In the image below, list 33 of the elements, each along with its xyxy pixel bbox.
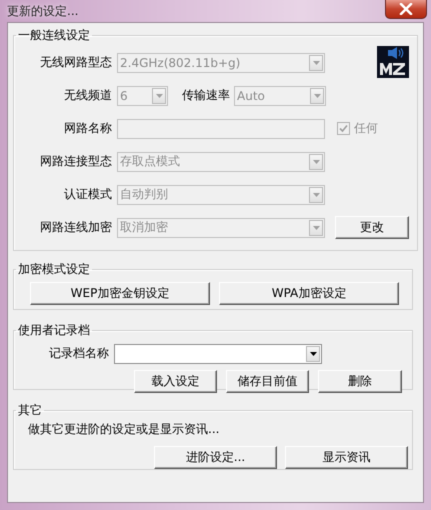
dialog-button[interactable]: 显示资讯 xyxy=(285,446,408,469)
close-button[interactable] xyxy=(385,0,427,19)
change-button[interactable]: 更改 xyxy=(335,216,409,239)
caret-icon xyxy=(310,352,316,356)
caret-icon xyxy=(156,94,162,98)
settings-button[interactable]: WEP加密金钥设定 xyxy=(30,282,210,305)
field-label: 认证模式 xyxy=(63,186,113,203)
close-icon xyxy=(399,3,413,15)
description-text: 做其它更进阶的设定或是显示资讯... xyxy=(28,421,220,438)
profile-button[interactable]: 储存目前值 xyxy=(226,370,309,393)
caret-icon xyxy=(314,94,320,98)
group-title: 使用者记录档 xyxy=(17,322,91,339)
field-label: 网路连线加密 xyxy=(39,219,113,236)
caret-icon xyxy=(312,192,320,196)
group-title: 一般连线设定 xyxy=(17,27,91,44)
caret-icon xyxy=(312,226,320,230)
group-title: 加密模式设定 xyxy=(17,261,91,278)
profile-button[interactable]: 载入设定 xyxy=(134,370,217,393)
speaker-logo-icon xyxy=(377,46,409,78)
field-label: 传输速率 xyxy=(181,87,231,104)
field-label: 无线网路型态 xyxy=(39,54,113,71)
settings-button[interactable]: WPA加密设定 xyxy=(219,282,399,305)
dropdown[interactable] xyxy=(114,344,322,364)
caret-icon xyxy=(312,160,320,164)
field-label: 网路名称 xyxy=(63,120,113,137)
window-title: 更新的设定... xyxy=(7,3,78,20)
caret-icon xyxy=(312,60,320,64)
profile-button[interactable]: 删除 xyxy=(318,370,402,393)
dialog-button[interactable]: 进阶设定... xyxy=(154,446,277,469)
field-label: 网路连接型态 xyxy=(39,153,113,170)
field-label: 记录档名称 xyxy=(48,345,110,362)
field-label: 无线频道 xyxy=(63,87,113,104)
group-title: 其它 xyxy=(17,402,43,419)
